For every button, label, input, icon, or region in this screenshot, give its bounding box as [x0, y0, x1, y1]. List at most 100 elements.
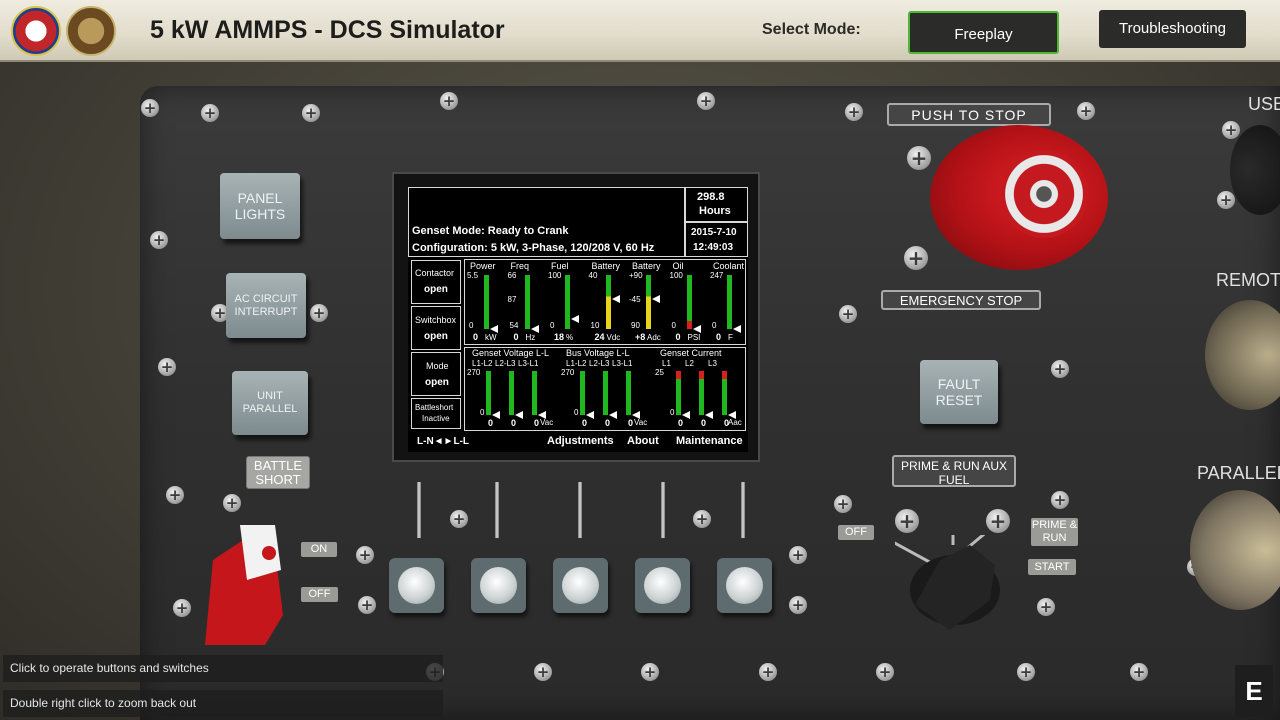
screw-icon: + — [534, 663, 552, 681]
gauge-pointer-icon — [530, 325, 539, 333]
screw-icon: + — [697, 92, 715, 110]
side-remote-label: REMOT — [1216, 270, 1280, 290]
adjustments-menu[interactable]: Adjustments — [547, 435, 614, 447]
phase-pointer-icon — [538, 411, 546, 419]
softkey-indicator — [741, 482, 745, 538]
screw-icon: + — [173, 599, 191, 617]
phase-pointer-icon — [682, 411, 690, 419]
screw-icon: + — [845, 103, 863, 121]
gauge-pointer-icon — [652, 295, 660, 304]
app-title: 5 kW AMMPS - DCS Simulator — [150, 16, 505, 44]
gauge-6: Coolant 247 0 0 F — [710, 261, 745, 342]
troubleshooting-button[interactable]: Troubleshooting — [1099, 10, 1246, 48]
gauge-bar — [484, 275, 489, 329]
gauge-bar — [605, 275, 611, 329]
screw-icon: + — [223, 494, 241, 512]
date-readout: 2015-7-10 — [691, 227, 737, 238]
panel-lights-button[interactable]: PANEL LIGHTS — [220, 173, 300, 239]
selector-prime-run-label: PRIME & RUN — [1031, 518, 1078, 546]
configuration-text: Configuration: 5 kW, 3-Phase, 120/208 V,… — [412, 242, 655, 254]
screw-icon: + — [789, 546, 807, 564]
screw-icon: + — [150, 231, 168, 249]
fault-reset-button[interactable]: FAULT RESET — [920, 360, 998, 424]
gauge-1: Freq 66 87 54 0 Hz — [507, 261, 548, 343]
unit-parallel-button[interactable]: UNIT PARALLEL — [232, 371, 308, 435]
hours-value: 298.8 — [697, 191, 725, 203]
army-emblem-icon — [66, 6, 116, 56]
phase-pointer-icon — [492, 411, 500, 419]
mode-status — [411, 352, 461, 396]
gauge-4: Battery +90 -45 90 +8 Adc — [629, 261, 661, 342]
softkey-1-button[interactable] — [389, 558, 444, 613]
phase-pointer-icon — [632, 411, 640, 419]
simulator-root: 5 kW AMMPS - DCS Simulator Select Mode: … — [0, 0, 1280, 720]
screw-icon: + — [834, 495, 852, 513]
screw-icon: + — [1037, 598, 1055, 616]
hint-operate: Click to operate buttons and switches — [3, 655, 443, 682]
gauge-bar — [686, 275, 692, 329]
screw-icon: + — [693, 510, 711, 528]
phase-bar — [603, 371, 608, 415]
softkey-indicator — [495, 482, 499, 538]
screw-icon: + — [201, 104, 219, 122]
engine-selector-knob[interactable] — [879, 495, 1015, 630]
screw-icon: + — [986, 509, 1010, 533]
softkey-4-button[interactable] — [635, 558, 690, 613]
parallel-connector[interactable] — [1190, 490, 1280, 610]
screw-icon: + — [1217, 191, 1235, 209]
phase-bar — [509, 371, 514, 415]
side-parallel-label: PARALLEL — [1197, 463, 1280, 483]
phase-pointer-icon — [515, 411, 523, 419]
ac-circuit-interrupt-button[interactable]: AC CIRCUIT INTERRUPT — [226, 273, 306, 338]
screw-icon: + — [158, 358, 176, 376]
screw-icon: + — [450, 510, 468, 528]
phase-pointer-icon — [705, 411, 713, 419]
phase-bar — [722, 371, 727, 415]
bus-voltage-group: Bus Voltage L-L 270 0 Vac L1-L2 0 L2-L3 0 L3-L1 0 — [561, 348, 648, 428]
screw-icon: + — [1051, 360, 1069, 378]
softkey-3-button[interactable] — [553, 558, 608, 613]
maintenance-menu[interactable]: Maintenance — [676, 435, 743, 447]
screw-icon: + — [1222, 121, 1240, 139]
phase-bar — [486, 371, 491, 415]
screw-icon: + — [759, 663, 777, 681]
phase-pointer-icon — [728, 411, 736, 419]
screw-icon: + — [789, 596, 807, 614]
screw-icon: + — [1017, 663, 1035, 681]
select-mode-label: Select Mode: — [762, 21, 861, 38]
genset-voltage-group: Genset Voltage L-L 270 0 Vac L1-L2 0 L2-L3 0 L3-… — [467, 348, 554, 428]
softkey-2-button[interactable] — [471, 558, 526, 613]
screw-icon: + — [302, 104, 320, 122]
gauge-pointer-icon — [490, 325, 498, 333]
screw-icon: + — [876, 663, 894, 681]
emergency-stop-label: EMERGENCY STOP — [881, 290, 1041, 310]
switch-off-label: OFF — [301, 587, 338, 602]
freeplay-button[interactable]: Freeplay — [908, 11, 1059, 54]
gauge-bar — [565, 275, 570, 329]
screw-icon: + — [310, 304, 328, 322]
selector-off-label: OFF — [838, 525, 874, 540]
gauge-bar — [646, 275, 651, 329]
gauge-bar — [727, 275, 732, 329]
softkey-5-button[interactable] — [717, 558, 772, 613]
genset-mode-text: Genset Mode: Ready to Crank — [412, 225, 569, 237]
switchbox-status — [411, 306, 461, 350]
phase-bar — [580, 371, 585, 415]
ln-ll-toggle[interactable]: L-N◄►L-L — [417, 436, 469, 447]
phase-bar — [699, 371, 704, 415]
about-menu[interactable]: About — [627, 435, 659, 447]
screw-icon: + — [907, 146, 931, 170]
screw-icon: + — [1130, 663, 1148, 681]
switch-on-label: ON — [301, 542, 337, 557]
estop-cap-icon — [1000, 150, 1088, 238]
softkey-indicator — [661, 482, 665, 538]
softkey-indicator — [417, 482, 421, 538]
screw-icon: + — [641, 663, 659, 681]
screw-icon: + — [839, 305, 857, 323]
gauge-pointer-icon — [571, 315, 579, 324]
battle-short-switch[interactable] — [195, 520, 285, 655]
screw-icon: + — [356, 546, 374, 564]
e-button[interactable]: E — [1235, 665, 1273, 717]
screw-icon: + — [440, 92, 458, 110]
gauge-bar — [524, 275, 530, 329]
